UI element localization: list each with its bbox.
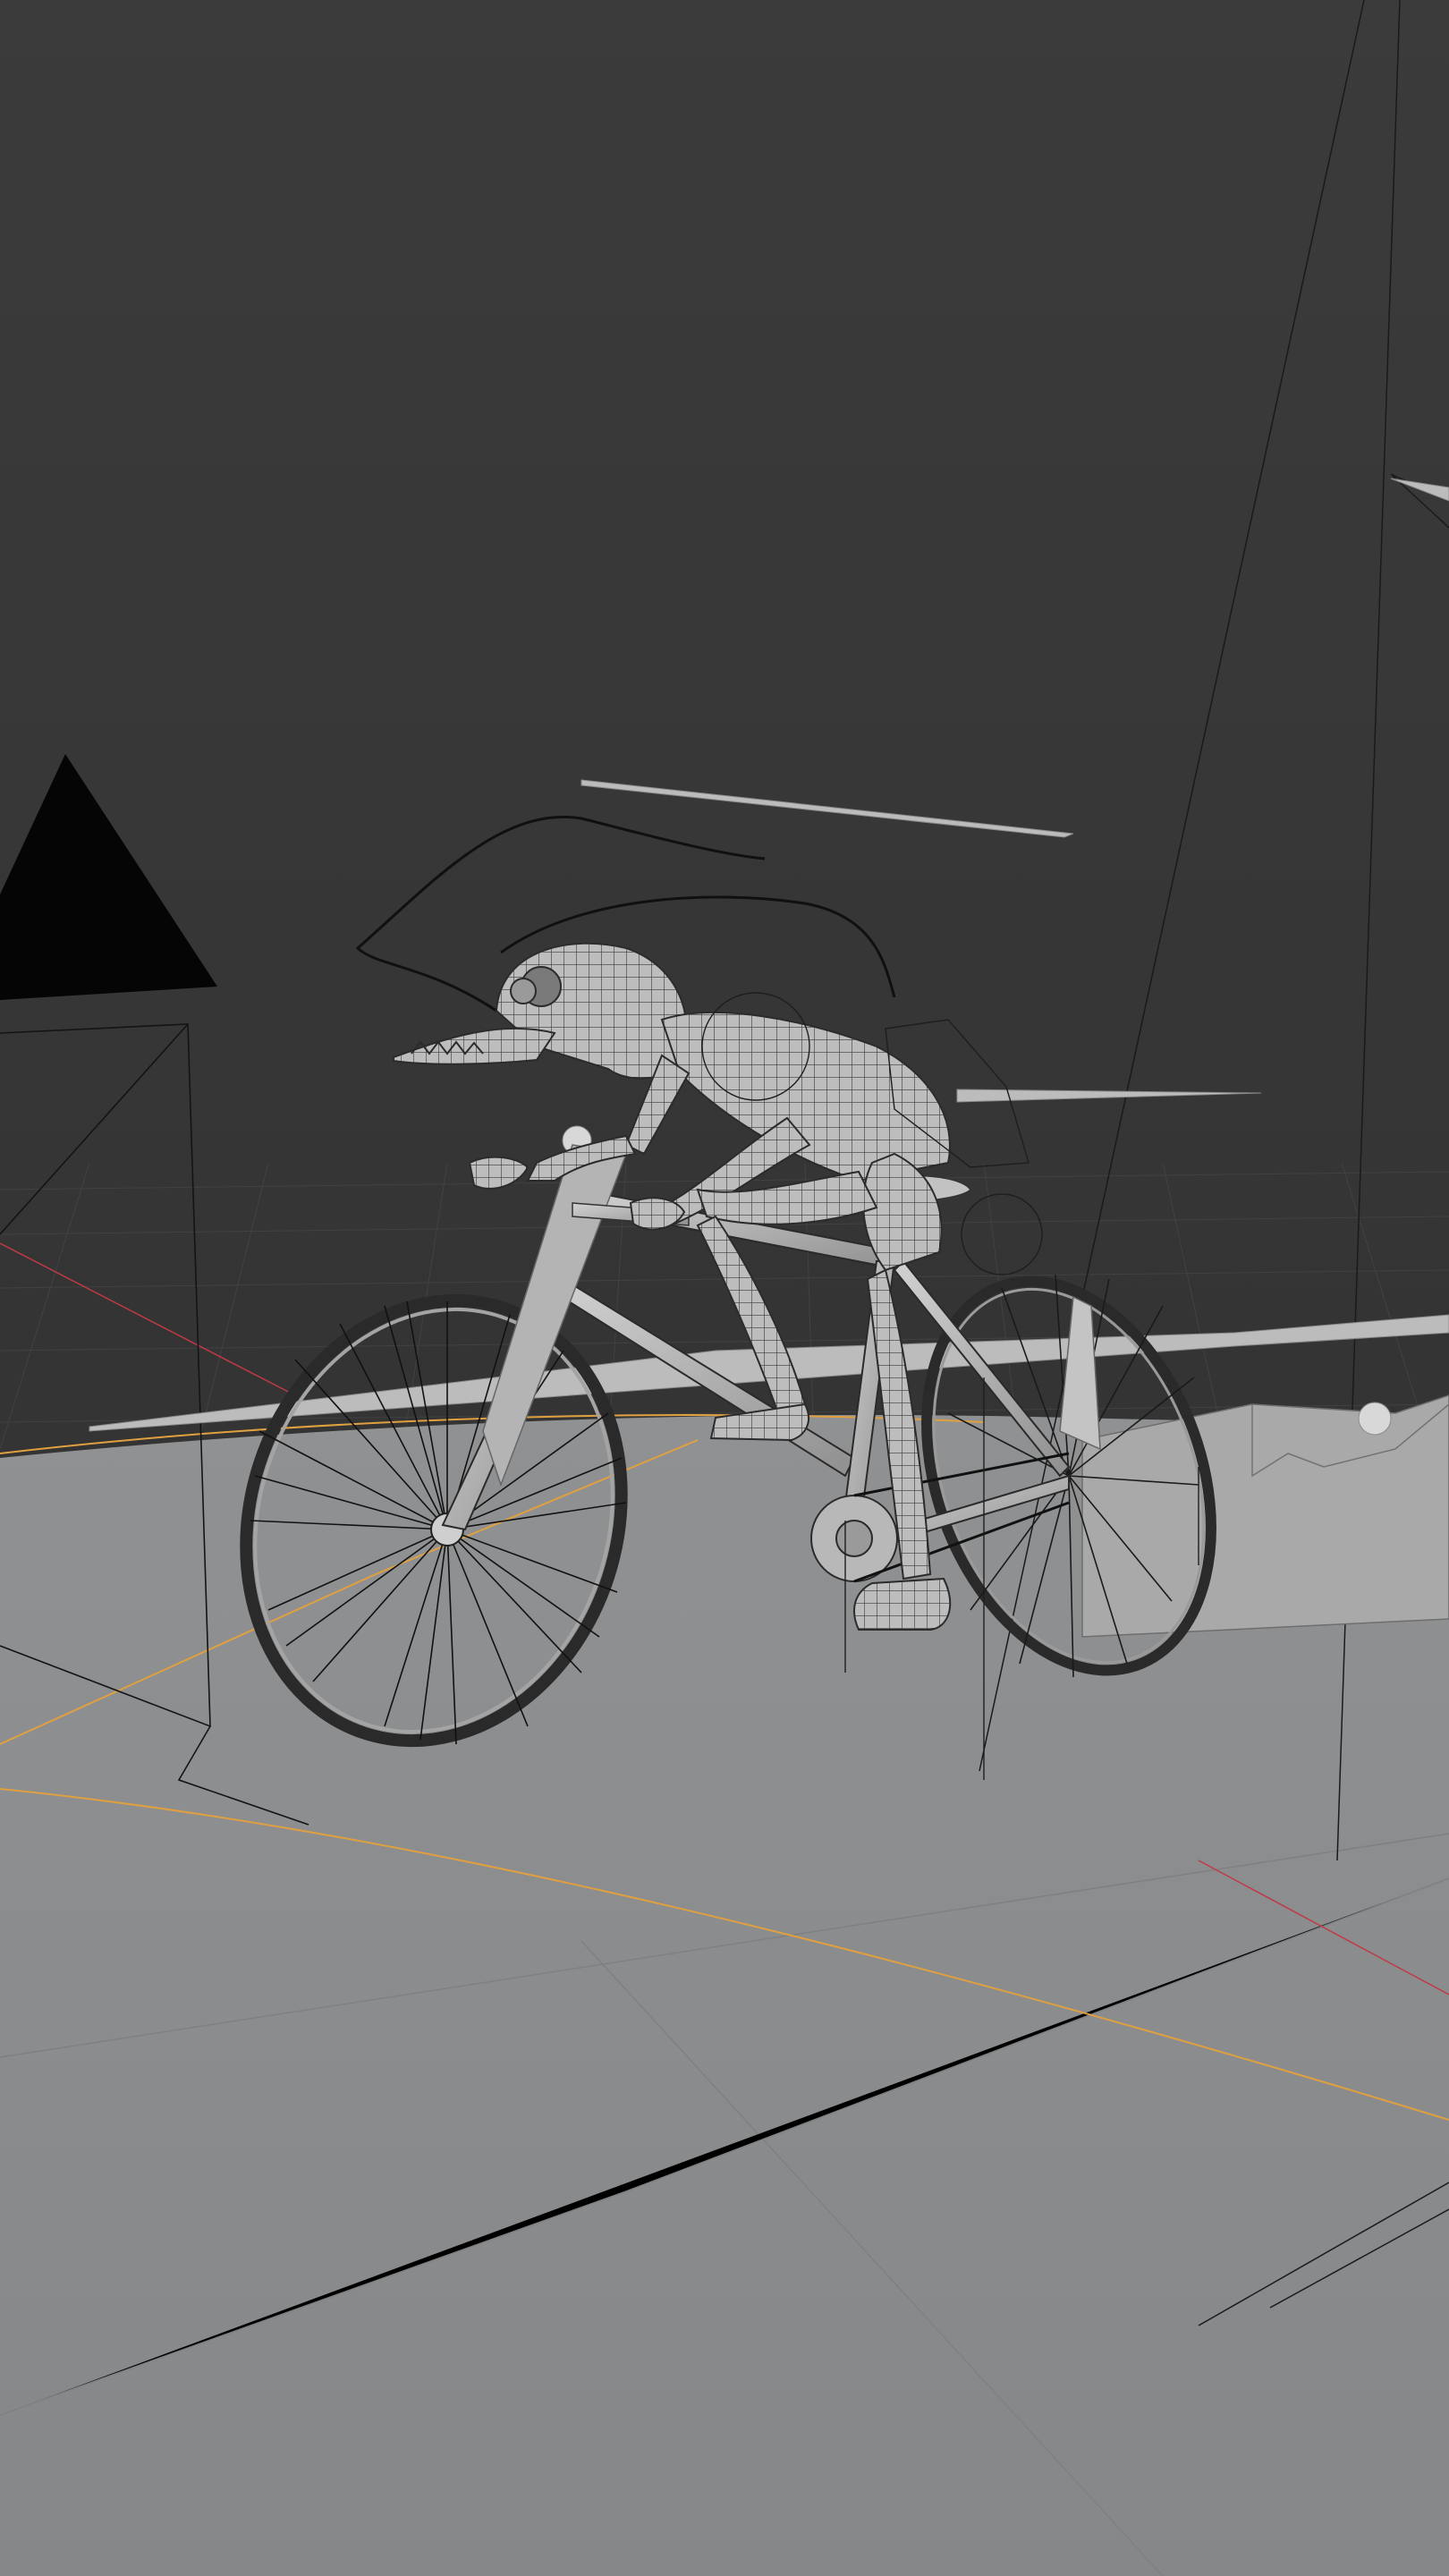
- 3d-viewport[interactable]: [0, 0, 1449, 2576]
- ramp-mesh[interactable]: [1081, 1394, 1449, 1638]
- light-marker-2[interactable]: [1358, 1402, 1392, 1436]
